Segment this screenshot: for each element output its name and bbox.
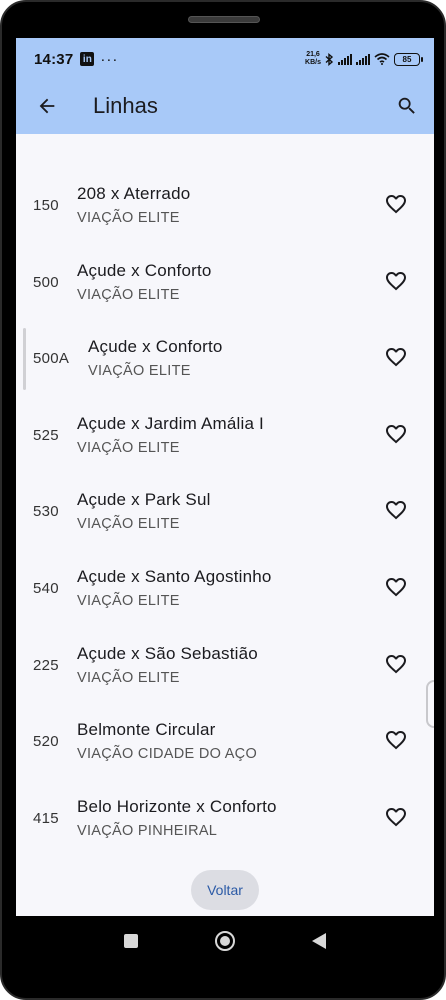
- line-text: 208 x Aterrado VIAÇÃO ELITE: [77, 184, 190, 226]
- line-text: Açude x Conforto VIAÇÃO ELITE: [88, 337, 223, 379]
- line-number: 540: [33, 579, 59, 597]
- wifi-icon: [374, 53, 390, 65]
- back-nav-button[interactable]: [311, 933, 326, 949]
- line-row[interactable]: 540 Açude x Santo Agostinho VIAÇÃO ELITE: [16, 549, 434, 626]
- home-button[interactable]: [214, 931, 235, 951]
- recents-button[interactable]: [124, 934, 139, 948]
- line-name: Açude x São Sebastião: [77, 643, 258, 663]
- line-row[interactable]: 530 Açude x Park Sul VIAÇÃO ELITE: [16, 472, 434, 549]
- line-company: VIAÇÃO ELITE: [88, 363, 191, 380]
- heart-outline-icon: [386, 654, 406, 673]
- linkedin-notification-icon: in: [80, 52, 95, 66]
- favorite-button[interactable]: [384, 269, 408, 293]
- line-text: Açude x São Sebastião VIAÇÃO ELITE: [77, 644, 258, 686]
- page-title: Linhas: [93, 93, 158, 118]
- line-company: VIAÇÃO CIDADE DO AÇO: [77, 746, 258, 763]
- back-button[interactable]: [34, 93, 60, 119]
- heart-outline-icon: [386, 424, 406, 444]
- bluetooth-icon: [325, 52, 334, 66]
- favorite-button[interactable]: [384, 498, 408, 522]
- earpiece-speaker: [188, 16, 260, 23]
- line-text: Açude x Conforto VIAÇÃO ELITE: [77, 261, 212, 303]
- status-bar: 14:37 in ··· 21,6 KB/s 85: [16, 38, 434, 80]
- line-company: VIAÇÃO PINHEIRAL: [77, 822, 218, 839]
- heart-outline-icon: [386, 577, 406, 597]
- line-text: Belo Horizonte x Conforto VIAÇÃO PINHEIRA…: [77, 797, 277, 839]
- more-notifications-icon: ···: [100, 50, 119, 68]
- heart-outline-icon: [386, 195, 406, 214]
- battery-icon: 85: [394, 52, 423, 66]
- cell-signal-icon: [338, 53, 352, 65]
- heart-outline-icon: [386, 731, 406, 750]
- phone-frame: 14:37 in ··· 21,6 KB/s 85 Linhas 150 208…: [0, 0, 446, 1000]
- line-company: VIAÇÃO ELITE: [77, 286, 180, 303]
- line-company: VIAÇÃO ELITE: [77, 592, 180, 609]
- system-nav-bar: [16, 916, 434, 966]
- line-number: 150: [33, 197, 59, 214]
- favorite-button[interactable]: [384, 728, 408, 752]
- bus-lines-list: 150 208 x Aterrado VIAÇÃO ELITE 500 Açude x …: [16, 166, 434, 855]
- line-row[interactable]: 525 Açude x Jardim Amália I VIAÇÃO ELITE: [16, 396, 434, 473]
- line-company: VIAÇÃO ELITE: [77, 669, 180, 686]
- favorite-button[interactable]: [384, 805, 408, 829]
- status-right-group: 21,6 KB/s 85: [305, 51, 423, 67]
- line-company: VIAÇÃO ELITE: [77, 210, 180, 226]
- search-button[interactable]: [394, 93, 420, 119]
- line-text: Açude x Jardim Amália I VIAÇÃO ELITE: [77, 414, 264, 456]
- line-text: Açude x Santo Agostinho VIAÇÃO ELITE: [77, 567, 272, 609]
- edge-swipe-handle[interactable]: [426, 680, 434, 728]
- line-number: 225: [33, 656, 59, 674]
- line-number: 415: [33, 809, 59, 827]
- favorite-button[interactable]: [384, 652, 408, 676]
- line-name: Açude x Park Sul: [77, 490, 211, 510]
- line-company: VIAÇÃO ELITE: [77, 439, 180, 456]
- line-number: 500: [33, 273, 59, 291]
- app-bar: Linhas: [16, 80, 434, 134]
- heart-outline-icon: [386, 807, 406, 827]
- line-company: VIAÇÃO ELITE: [77, 516, 180, 533]
- line-name: 208 x Aterrado: [77, 184, 191, 203]
- favorite-button[interactable]: [384, 345, 408, 369]
- line-name: Açude x Conforto: [77, 260, 212, 280]
- line-name: Açude x Jardim Amália I: [77, 413, 264, 433]
- line-row[interactable]: 225 Açude x São Sebastião VIAÇÃO ELITE: [16, 626, 434, 703]
- heart-outline-icon: [386, 348, 406, 367]
- line-number: 500A: [33, 350, 70, 368]
- favorite-button[interactable]: [384, 192, 408, 216]
- favorite-button[interactable]: [384, 575, 408, 599]
- favorite-button[interactable]: [384, 422, 408, 446]
- line-name: Belo Horizonte x Conforto: [77, 796, 277, 816]
- network-speed: 21,6 KB/s: [305, 51, 321, 66]
- voltar-button[interactable]: Voltar: [191, 870, 259, 910]
- line-row[interactable]: 150 208 x Aterrado VIAÇÃO ELITE: [16, 166, 434, 243]
- line-row[interactable]: 415 Belo Horizonte x Conforto VIAÇÃO PINHE…: [16, 779, 434, 856]
- line-number: 520: [33, 733, 59, 751]
- heart-outline-icon: [386, 501, 406, 520]
- arrow-back-icon: [39, 98, 55, 114]
- line-text: Açude x Park Sul VIAÇÃO ELITE: [77, 490, 211, 532]
- line-number: 530: [33, 503, 59, 521]
- status-time: 14:37: [34, 50, 74, 68]
- line-text: Belmonte Circular VIAÇÃO CIDADE DO AÇO: [77, 720, 257, 762]
- search-icon: [398, 97, 415, 114]
- app-screen: 14:37 in ··· 21,6 KB/s 85 Linhas 150 208…: [16, 38, 434, 916]
- line-row[interactable]: 500A Açude x Conforto VIAÇÃO ELITE: [16, 319, 434, 396]
- line-name: Belmonte Circular: [77, 720, 216, 740]
- line-number: 525: [33, 426, 59, 444]
- line-name: Açude x Santo Agostinho: [77, 566, 272, 586]
- line-row[interactable]: 500 Açude x Conforto VIAÇÃO ELITE: [16, 243, 434, 320]
- line-name: Açude x Conforto: [88, 337, 223, 357]
- heart-outline-icon: [386, 271, 406, 290]
- line-row[interactable]: 520 Belmonte Circular VIAÇÃO CIDADE DO AÇO: [16, 702, 434, 779]
- cell-signal-2-icon: [356, 53, 370, 65]
